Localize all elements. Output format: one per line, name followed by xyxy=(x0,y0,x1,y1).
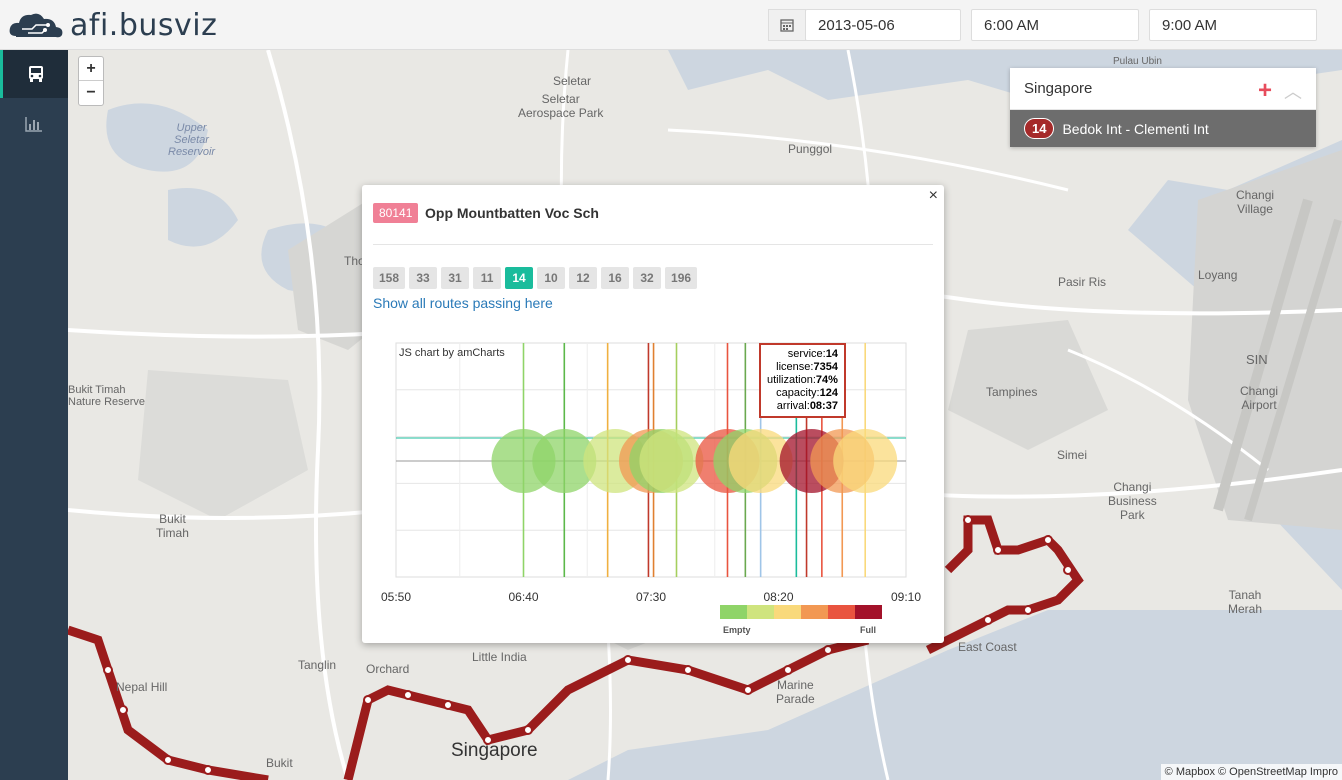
map-label-singapore: Singapore xyxy=(451,740,538,761)
arrival-chart: 05:50 06:40 07:30 08:20 09:10 Empty Full xyxy=(381,342,921,635)
calendar-icon[interactable] xyxy=(768,9,806,41)
arrival-bubble xyxy=(833,429,898,493)
sidebar-item-charts[interactable] xyxy=(0,100,68,148)
show-all-routes-link[interactable]: Show all routes passing here xyxy=(373,295,553,311)
zoom-in-button[interactable]: + xyxy=(79,57,103,81)
map-label-tampines: Tampines xyxy=(986,385,1038,399)
service-button-10[interactable]: 10 xyxy=(537,267,566,289)
bar-chart-icon xyxy=(25,117,42,132)
zoom-control: + − xyxy=(78,56,104,106)
map-label-pulau-ubin: Pulau Ubin xyxy=(1113,56,1162,67)
legend-swatch xyxy=(801,605,828,619)
top-header: afi.busviz 2013-05-06 6:00 AM 9:00 AM xyxy=(0,0,1342,50)
legend-min-label: Empty xyxy=(723,625,751,635)
map-label-bukit-timah: Bukit Timah xyxy=(156,512,189,540)
bus-icon xyxy=(28,66,43,82)
x-tick-label: 05:50 xyxy=(381,590,411,604)
map-label-bukit-timah-reserve: Bukit Timah Nature Reserve xyxy=(68,384,146,408)
service-button-33[interactable]: 33 xyxy=(409,267,438,289)
map-label-nepal-hill: Nepal Hill xyxy=(116,680,168,694)
app-title: afi.busviz xyxy=(70,8,218,43)
service-button-16[interactable]: 16 xyxy=(601,267,630,289)
legend-swatch xyxy=(747,605,774,619)
legend-swatch xyxy=(774,605,801,619)
tooltip-license: 7354 xyxy=(813,361,838,373)
map-label-punggol: Punggol xyxy=(788,142,833,156)
legend-swatch xyxy=(720,605,747,619)
map-label-sin: SIN xyxy=(1246,352,1268,367)
chart-credit: JS chart by amCharts xyxy=(399,347,505,359)
map-label-changi-airport: Changi Airport xyxy=(1240,384,1279,412)
route-item[interactable]: 14 Bedok Int - Clementi Int xyxy=(1010,110,1316,147)
tooltip-utilization: 74% xyxy=(815,374,838,386)
chevron-up-icon[interactable]: ︿ xyxy=(1284,78,1302,104)
service-button-196[interactable]: 196 xyxy=(665,267,698,289)
sidebar-item-bus[interactable] xyxy=(0,50,68,98)
cloud-logo-icon xyxy=(9,13,63,37)
map-label-upper-seletar: Upper Seletar Reservoir xyxy=(168,122,216,158)
tooltip-capacity: 124 xyxy=(819,387,838,399)
zoom-out-button[interactable]: − xyxy=(79,81,103,105)
map-label-marine-parade: Marine Parade xyxy=(776,678,815,706)
route-panel: Singapore + ︿ 14 Bedok Int - Clementi In… xyxy=(1010,68,1316,147)
chart-tooltip: service:14 license:7354 utilization:74% … xyxy=(759,343,846,418)
add-route-icon[interactable]: + xyxy=(1258,77,1272,105)
date-input[interactable]: 2013-05-06 xyxy=(805,9,961,41)
service-button-11[interactable]: 11 xyxy=(473,267,502,289)
map-label-east-coast: East Coast xyxy=(958,640,1017,654)
service-button-31[interactable]: 31 xyxy=(441,267,470,289)
end-time-input[interactable]: 9:00 AM xyxy=(1149,9,1317,41)
map-attribution[interactable]: © Mapbox © OpenStreetMap Impro xyxy=(1160,764,1342,780)
divider xyxy=(373,244,933,245)
service-button-32[interactable]: 32 xyxy=(633,267,662,289)
map-label-tanah-merah: Tanah Merah xyxy=(1228,588,1263,616)
x-tick-label: 09:10 xyxy=(891,590,921,604)
bus-stop-popup: × 80141 Opp Mountbatten Voc Sch 158 33 31 1… xyxy=(362,185,944,643)
service-button-158[interactable]: 158 xyxy=(373,267,406,289)
map-label-loyang: Loyang xyxy=(1198,268,1238,282)
map-label-orchard: Orchard xyxy=(366,662,410,676)
stop-code-badge: 80141 xyxy=(373,203,419,223)
map-label-simei: Simei xyxy=(1057,448,1088,462)
legend-swatch xyxy=(828,605,855,619)
map-label-seletar-aerospace: Seletar Aerospace Park xyxy=(518,92,604,120)
x-tick-label: 06:40 xyxy=(508,590,538,604)
legend-swatch xyxy=(855,605,882,619)
sidebar xyxy=(0,50,68,780)
x-tick-label: 07:30 xyxy=(636,590,666,604)
legend-max-label: Full xyxy=(860,625,876,635)
route-panel-header: Singapore + ︿ xyxy=(1010,68,1316,110)
service-button-12[interactable]: 12 xyxy=(569,267,598,289)
route-name: Bedok Int - Clementi Int xyxy=(1062,120,1209,137)
stop-name: Opp Mountbatten Voc Sch xyxy=(425,205,599,221)
map-label-bukit: Bukit xyxy=(266,756,293,770)
map-label-pasir-ris: Pasir Ris xyxy=(1058,275,1107,289)
service-buttons: 158 33 31 11 14 10 12 16 32 196 xyxy=(373,267,698,289)
tooltip-arrival: 08:37 xyxy=(809,400,838,412)
route-number-badge: 14 xyxy=(1024,118,1055,139)
close-icon[interactable]: × xyxy=(929,187,938,205)
region-label: Singapore xyxy=(1024,80,1093,97)
map-label-tanglin: Tanglin xyxy=(298,658,337,672)
map-label-changi-village: Changi Village xyxy=(1236,188,1275,216)
start-time-input[interactable]: 6:00 AM xyxy=(971,9,1139,41)
tooltip-service: 14 xyxy=(825,348,838,360)
service-button-14[interactable]: 14 xyxy=(505,267,534,289)
x-tick-label: 08:20 xyxy=(763,590,793,604)
map-label-little-india: Little India xyxy=(472,650,527,664)
map-label-seletar: Seletar xyxy=(553,74,592,88)
map-label-changi-business-park: Changi Business Park xyxy=(1108,480,1157,522)
arrival-bubble xyxy=(639,429,704,493)
logo: afi.busviz xyxy=(8,8,217,43)
